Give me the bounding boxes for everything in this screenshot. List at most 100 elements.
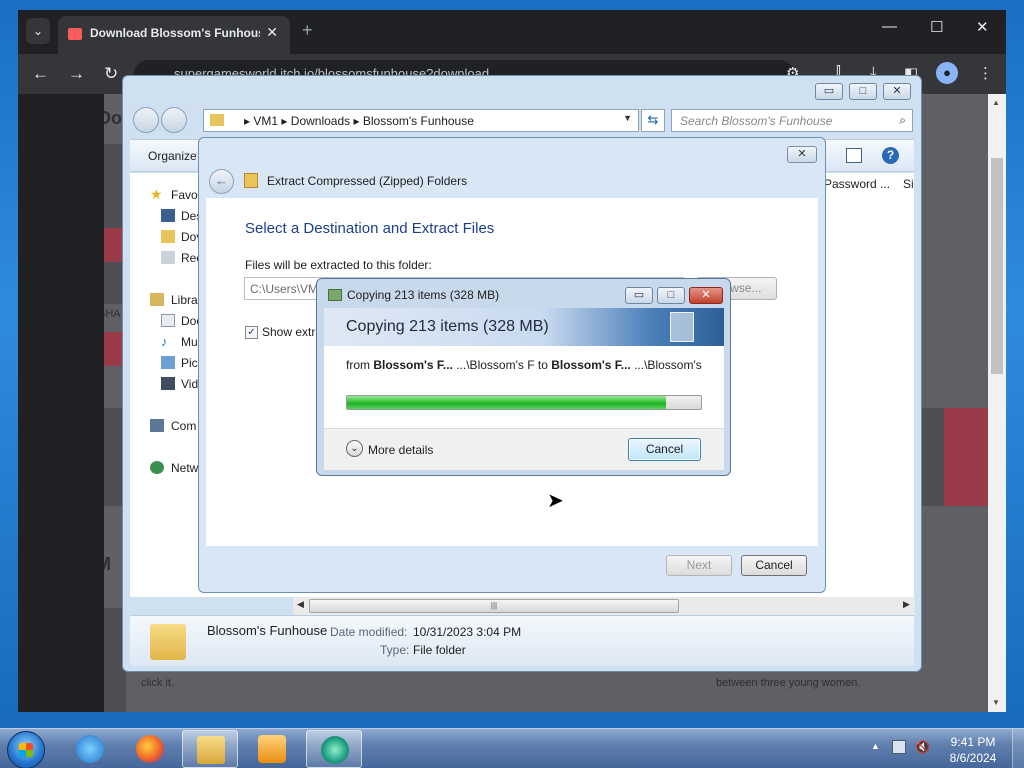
tab-close-icon[interactable]: ✕ <box>266 24 278 41</box>
to-path: ...\Blossom's F <box>630 358 706 372</box>
scroll-down-icon[interactable]: ▼ <box>992 698 1000 707</box>
next-button[interactable]: Next <box>666 555 732 576</box>
taskbar-chrome[interactable] <box>306 730 362 768</box>
details-type-value: File folder <box>413 643 466 657</box>
internet-explorer-icon <box>76 735 104 763</box>
taskbar-explorer[interactable] <box>182 730 238 768</box>
preview-pane-icon[interactable] <box>846 148 862 163</box>
scroll-up-icon[interactable]: ▲ <box>992 98 1000 107</box>
explorer-maximize-button[interactable]: □ <box>849 83 877 100</box>
forward-icon[interactable]: → <box>68 64 85 84</box>
copy-close-button[interactable]: ✕ <box>689 287 723 304</box>
nav-music[interactable]: Mu <box>181 335 198 349</box>
maximize-icon[interactable]: ☐ <box>930 18 943 36</box>
address-segment-folder[interactable]: Blossom's Funhouse <box>363 114 474 128</box>
copy-banner-text: Copying 213 items (328 MB) <box>346 318 549 335</box>
horizontal-scrollbar[interactable]: ◀ ||| ▶ <box>293 597 915 615</box>
reload-icon[interactable]: ↻ <box>104 64 118 84</box>
details-name: Blossom's Funhouse <box>207 623 328 638</box>
search-icon[interactable]: ⌕ <box>899 113 906 128</box>
browser-tab[interactable]: Download Blossom's Funhouse ✕ <box>58 16 290 54</box>
column-header-password[interactable]: Password ... <box>824 177 890 191</box>
taskbar-firefox[interactable] <box>122 730 178 768</box>
clock-time[interactable]: 9:41 PM <box>938 735 1008 749</box>
wizard-cancel-button[interactable]: Cancel <box>741 555 807 576</box>
organize-button[interactable]: Organize <box>148 149 197 163</box>
start-button[interactable] <box>7 731 45 768</box>
copy-cancel-button[interactable]: Cancel <box>628 438 701 461</box>
page-share-label: SHA <box>104 308 121 320</box>
from-name[interactable]: Blossom's F... <box>373 358 453 372</box>
close-window-icon[interactable]: ✕ <box>976 18 989 36</box>
clock-date[interactable]: 8/6/2024 <box>938 751 1008 765</box>
copy-source-destination: from Blossom's F... ...\Blossom's F to B… <box>346 358 706 372</box>
nav-libraries[interactable]: Libra <box>171 293 198 307</box>
search-placeholder: Search Blossom's Funhouse <box>680 114 833 128</box>
nav-videos[interactable]: Vid <box>181 377 198 391</box>
page-banner-accent <box>944 408 988 506</box>
menu-kebab-icon[interactable]: ⋮ <box>978 64 993 82</box>
page-heading: Do <box>104 108 122 128</box>
copy-minimize-button[interactable]: ▭ <box>625 287 653 304</box>
copy-maximize-button[interactable]: □ <box>657 287 685 304</box>
nav-network[interactable]: Netw <box>171 461 198 475</box>
chevron-down-icon[interactable]: ⌄ <box>346 440 363 457</box>
scroll-right-icon[interactable]: ▶ <box>903 599 910 610</box>
explorer-search-input[interactable]: Search Blossom's Funhouse ⌕ <box>671 109 913 132</box>
explorer-minimize-button[interactable]: ▭ <box>815 83 843 100</box>
volume-muted-icon[interactable]: 🔇 <box>915 740 930 754</box>
desktop-icon <box>161 209 175 222</box>
wizard-heading: Select a Destination and Extract Files <box>245 220 495 237</box>
explorer-address-bar[interactable]: ▸ VM1 ▸ Downloads ▸ Blossom's Funhouse ▼ <box>203 109 639 132</box>
help-icon[interactable]: ? <box>882 147 899 164</box>
profile-avatar-icon[interactable]: ● <box>936 62 958 84</box>
network-tray-icon[interactable] <box>892 740 906 754</box>
downloads-folder-icon <box>161 230 175 243</box>
folder-large-icon <box>150 624 186 660</box>
horizontal-scrollbar-thumb[interactable]: ||| <box>309 599 679 613</box>
nav-pictures[interactable]: Pic <box>181 356 198 370</box>
music-icon: ♪ <box>161 334 168 349</box>
wizard-back-button[interactable]: ← <box>209 169 234 194</box>
back-icon[interactable]: ← <box>32 64 49 84</box>
wizard-close-button[interactable]: ✕ <box>787 146 817 163</box>
to-name[interactable]: Blossom's F... <box>551 358 631 372</box>
zip-folder-icon <box>244 173 258 188</box>
document-icon <box>670 312 694 342</box>
computer-icon <box>150 419 164 432</box>
copy-dialog-footer: ⌄ More details Cancel <box>324 428 724 470</box>
address-segment-vm1[interactable]: VM1 <box>253 114 278 128</box>
new-tab-button[interactable]: + <box>302 20 313 41</box>
minimize-icon[interactable]: — <box>882 18 897 35</box>
explorer-close-button[interactable]: ✕ <box>883 83 911 100</box>
documents-icon <box>161 314 175 327</box>
explorer-back-button[interactable] <box>133 107 159 133</box>
details-type-label: Type: <box>380 643 410 657</box>
libraries-icon <box>150 293 164 306</box>
details-modified-label: Date modified: <box>330 625 408 639</box>
explorer-forward-button[interactable] <box>161 107 187 133</box>
address-dropdown-icon[interactable]: ▼ <box>623 113 632 123</box>
favorites-star-icon: ★ <box>150 186 163 202</box>
page-scrollbar-thumb[interactable] <box>991 158 1003 374</box>
from-prefix: from <box>346 358 374 372</box>
page-scrollbar[interactable]: ▲ ▼ <box>988 94 1006 712</box>
taskbar-ie[interactable] <box>62 730 118 768</box>
taskbar-media-player[interactable] <box>244 730 300 768</box>
show-desktop-button[interactable] <box>1012 729 1024 768</box>
address-path: ▸ VM1 ▸ Downloads ▸ Blossom's Funhouse <box>244 114 474 128</box>
refresh-icon[interactable]: ⇆ <box>641 109 665 132</box>
tab-title: Download Blossom's Funhouse <box>90 26 260 40</box>
column-header-size[interactable]: Si <box>903 177 914 191</box>
tab-search-button[interactable]: ⌄ <box>26 18 50 44</box>
address-segment-downloads[interactable]: Downloads <box>291 114 350 128</box>
scroll-left-icon[interactable]: ◀ <box>297 599 304 610</box>
show-hidden-icons[interactable]: ▲ <box>871 741 880 751</box>
show-files-checkbox[interactable]: ✓ <box>245 326 258 339</box>
from-path: ...\Blossom's F to <box>452 358 552 372</box>
nav-computer[interactable]: Com <box>171 419 196 433</box>
file-explorer-icon <box>197 736 225 764</box>
details-pane: Blossom's Funhouse Date modified: 10/31/… <box>130 615 914 666</box>
firefox-icon <box>136 735 164 763</box>
more-details-toggle[interactable]: More details <box>368 443 433 457</box>
